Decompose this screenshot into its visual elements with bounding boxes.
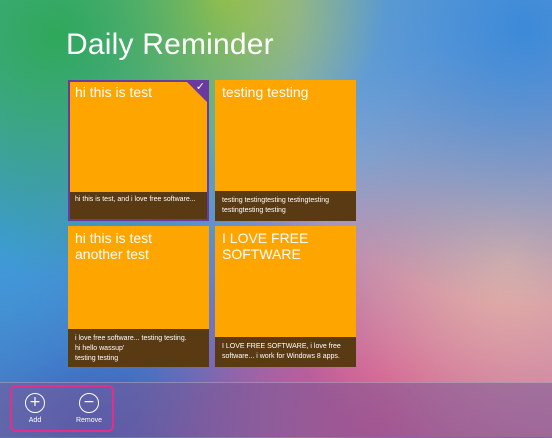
add-icon: + bbox=[25, 393, 45, 413]
checkmark-icon: ✓ bbox=[195, 80, 205, 93]
tile-body-line: testing testingtesting testingtesting bbox=[222, 197, 330, 204]
plus-glyph: + bbox=[29, 394, 41, 410]
tile-body-line: I LOVE FREE SOFTWARE, i love free bbox=[222, 343, 341, 350]
add-button[interactable]: + Add bbox=[15, 393, 55, 424]
tile-body: i love free software... testing testing.… bbox=[68, 329, 209, 367]
tile-title: hi this is test bbox=[75, 84, 153, 100]
tile-body-line: hi this is test, and i love free softwar… bbox=[75, 196, 196, 203]
app-bar: + Add − Remove bbox=[0, 382, 552, 438]
tile-title: hi this is test another test bbox=[75, 230, 153, 262]
tile-body-line: i love free software... testing testing. bbox=[75, 335, 187, 342]
remove-button[interactable]: − Remove bbox=[69, 393, 109, 424]
tile-body-line: testing testing bbox=[75, 355, 119, 362]
tile-body-line: hi hello wassup' bbox=[75, 345, 125, 352]
reminder-tile[interactable]: hi this is test ✓ hi this is test, and i… bbox=[68, 80, 209, 221]
tile-body-line: testingtesting testing bbox=[222, 207, 286, 214]
add-label: Add bbox=[28, 417, 42, 424]
tile-title: I LOVE FREE SOFTWARE bbox=[222, 230, 309, 262]
tile-body-line: software... i work for Windows 8 apps. bbox=[222, 353, 340, 360]
command-group-highlight: + Add − Remove bbox=[10, 385, 114, 432]
app-title: Daily Reminder bbox=[66, 28, 274, 61]
remove-icon: − bbox=[79, 393, 99, 413]
tile-body: I LOVE FREE SOFTWARE, i love free softwa… bbox=[215, 337, 356, 367]
reminder-tile[interactable]: I LOVE FREE SOFTWARE I LOVE FREE SOFTWAR… bbox=[215, 226, 356, 367]
minus-glyph: − bbox=[83, 394, 95, 410]
reminder-tile[interactable]: testing testing testing testingtesting t… bbox=[215, 80, 356, 221]
remove-label: Remove bbox=[75, 417, 103, 424]
tile-body: hi this is test, and i love free softwar… bbox=[70, 192, 207, 219]
tile-body: testing testingtesting testingtesting te… bbox=[215, 191, 356, 221]
tile-title: testing testing bbox=[222, 84, 309, 100]
reminder-tile[interactable]: hi this is test another test i love free… bbox=[68, 226, 209, 367]
